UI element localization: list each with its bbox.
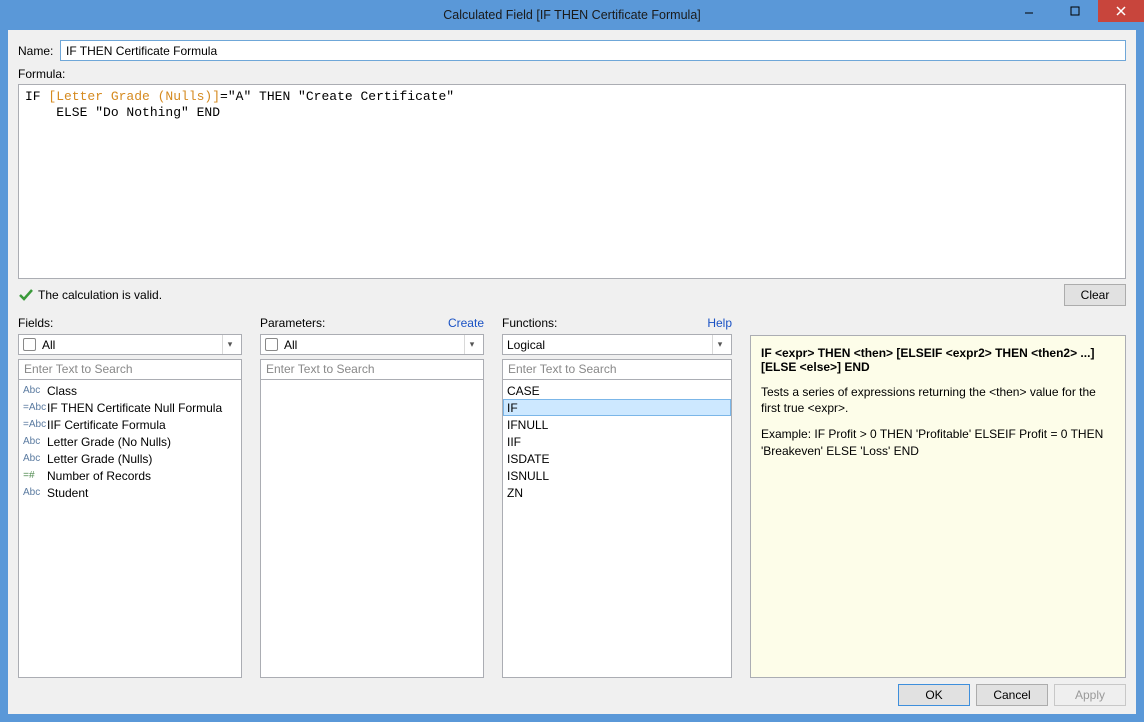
abc-icon: Abc xyxy=(23,436,47,447)
fields-label: Fields: xyxy=(18,316,53,330)
checkbox-icon xyxy=(23,338,36,351)
fields-list[interactable]: AbcClass =AbcIF THEN Certificate Null Fo… xyxy=(18,380,242,678)
apply-button[interactable]: Apply xyxy=(1054,684,1126,706)
functions-category-combo[interactable]: Logical ▾ xyxy=(502,334,732,355)
fields-search-input[interactable]: Enter Text to Search xyxy=(18,359,242,380)
calculated-field-dialog: Calculated Field [IF THEN Certificate Fo… xyxy=(0,0,1144,722)
functions-help-link[interactable]: Help xyxy=(707,316,732,330)
list-item[interactable]: AbcStudent xyxy=(19,484,241,501)
calc-abc-icon: =Abc xyxy=(23,402,47,413)
dialog-footer: OK Cancel Apply xyxy=(18,678,1126,706)
close-icon xyxy=(1115,5,1127,17)
name-input[interactable] xyxy=(60,40,1126,61)
functions-search-input[interactable]: Enter Text to Search xyxy=(502,359,732,380)
fields-column: Fields: All ▾ Enter Text to Search AbcCl… xyxy=(18,315,242,678)
ok-button[interactable]: OK xyxy=(898,684,970,706)
parameters-list[interactable] xyxy=(260,380,484,678)
functions-label: Functions: xyxy=(502,316,557,330)
cancel-button[interactable]: Cancel xyxy=(976,684,1048,706)
list-item[interactable]: CASE xyxy=(503,382,731,399)
create-parameter-link[interactable]: Create xyxy=(448,316,484,330)
fields-filter-combo[interactable]: All ▾ xyxy=(18,334,242,355)
function-help-box: IF <expr> THEN <then> [ELSEIF <expr2> TH… xyxy=(750,335,1126,678)
function-example: Example: IF Profit > 0 THEN 'Profitable'… xyxy=(761,426,1115,458)
list-item[interactable]: ZN xyxy=(503,484,731,501)
list-item[interactable]: =#Number of Records xyxy=(19,467,241,484)
formula-label: Formula: xyxy=(18,67,1126,81)
window-title: Calculated Field [IF THEN Certificate Fo… xyxy=(0,8,1144,22)
functions-column: Functions: Help Logical ▾ Enter Text to … xyxy=(502,315,732,678)
list-item[interactable]: ISDATE xyxy=(503,450,731,467)
list-item[interactable]: =AbcIF THEN Certificate Null Formula xyxy=(19,399,241,416)
list-item[interactable]: AbcLetter Grade (Nulls) xyxy=(19,450,241,467)
checkbox-icon xyxy=(265,338,278,351)
close-button[interactable] xyxy=(1098,0,1144,22)
maximize-button[interactable] xyxy=(1052,0,1098,22)
maximize-icon xyxy=(1070,6,1080,16)
window-controls xyxy=(1006,0,1144,22)
list-item[interactable]: IF xyxy=(503,399,731,416)
list-item[interactable]: IFNULL xyxy=(503,416,731,433)
valid-check-icon xyxy=(18,287,34,303)
formula-editor[interactable]: IF [Letter Grade (Nulls)]="A" THEN "Crea… xyxy=(18,84,1126,279)
list-item[interactable]: ISNULL xyxy=(503,467,731,484)
list-item[interactable]: IIF xyxy=(503,433,731,450)
calc-abc-icon: =Abc xyxy=(23,419,47,430)
parameters-label: Parameters: xyxy=(260,316,325,330)
minimize-icon xyxy=(1024,6,1034,16)
client-area: Name: Formula: IF [Letter Grade (Nulls)]… xyxy=(8,30,1136,714)
function-description: Tests a series of expressions returning … xyxy=(761,384,1115,416)
minimize-button[interactable] xyxy=(1006,0,1052,22)
functions-list[interactable]: CASE IF IFNULL IIF ISDATE ISNULL ZN xyxy=(502,380,732,678)
list-item[interactable]: =AbcIIF Certificate Formula xyxy=(19,416,241,433)
titlebar: Calculated Field [IF THEN Certificate Fo… xyxy=(0,0,1144,30)
chevron-down-icon: ▾ xyxy=(222,335,237,354)
parameters-filter-combo[interactable]: All ▾ xyxy=(260,334,484,355)
name-label: Name: xyxy=(18,44,60,58)
number-icon: =# xyxy=(23,470,47,481)
chevron-down-icon: ▾ xyxy=(464,335,479,354)
abc-icon: Abc xyxy=(23,385,47,396)
parameters-search-input[interactable]: Enter Text to Search xyxy=(260,359,484,380)
abc-icon: Abc xyxy=(23,453,47,464)
chevron-down-icon: ▾ xyxy=(712,335,727,354)
parameters-column: Parameters: Create All ▾ Enter Text to S… xyxy=(260,315,484,678)
validation-status: The calculation is valid. xyxy=(38,288,1064,302)
list-item[interactable]: AbcLetter Grade (No Nulls) xyxy=(19,433,241,450)
clear-button[interactable]: Clear xyxy=(1064,284,1126,306)
function-signature: IF <expr> THEN <then> [ELSEIF <expr2> TH… xyxy=(761,346,1115,374)
list-item[interactable]: AbcClass xyxy=(19,382,241,399)
abc-icon: Abc xyxy=(23,487,47,498)
help-column: IF <expr> THEN <then> [ELSEIF <expr2> TH… xyxy=(750,315,1126,678)
